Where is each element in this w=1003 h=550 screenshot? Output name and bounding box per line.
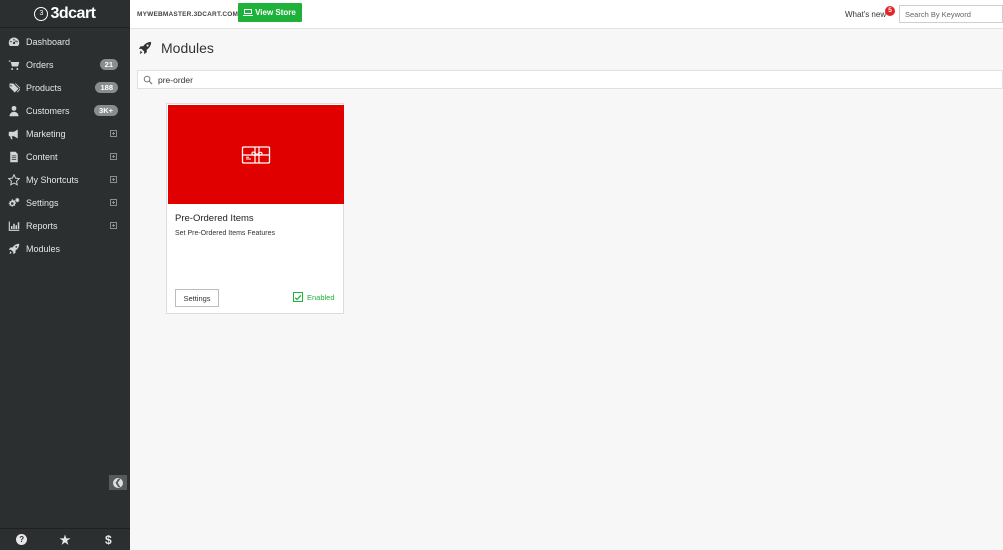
module-title: Pre-Ordered Items (175, 213, 254, 224)
sidebar-item-products[interactable]: Products 188 (0, 76, 130, 99)
arrow-left-icon: ❮ (113, 477, 123, 488)
help-icon: ? (16, 534, 28, 545)
sidebar-item-customers[interactable]: Customers 3K+ (0, 99, 130, 122)
collapse-sidebar-button[interactable]: ❮ (109, 475, 127, 490)
module-settings-button[interactable]: Settings (175, 289, 219, 307)
sidebar-item-label: Reports (26, 220, 58, 231)
expand-icon[interactable] (110, 176, 117, 183)
customers-count-badge: 3K+ (94, 105, 118, 116)
sidebar: 3 3dcart Dashboard Orders 21 Products 18… (0, 0, 130, 550)
sidebar-item-label: Content (26, 151, 58, 162)
logo[interactable]: 3 3dcart (34, 4, 96, 23)
document-icon (7, 150, 20, 163)
favorites-button[interactable]: ★ (55, 530, 75, 550)
sidebar-item-orders[interactable]: Orders 21 (0, 53, 130, 76)
module-description: Set Pre-Ordered Items Features (175, 230, 275, 237)
gift-card-icon (241, 145, 271, 164)
search-icon (143, 75, 153, 85)
sidebar-item-my-shortcuts[interactable]: My Shortcuts (0, 168, 130, 191)
module-enabled-toggle[interactable]: Enabled (293, 292, 335, 302)
expand-icon[interactable] (110, 199, 117, 206)
sidebar-item-label: Customers (26, 105, 70, 116)
store-url: MYWEBMASTER.3DCART.COM (137, 11, 239, 18)
sidebar-item-label: Products (26, 82, 62, 93)
logo-cart-icon: 3 (34, 6, 49, 21)
sidebar-item-settings[interactable]: Settings (0, 191, 130, 214)
page-title: Modules (161, 40, 214, 56)
sidebar-footer: ? ★ $ (0, 528, 130, 550)
sidebar-item-dashboard[interactable]: Dashboard (0, 30, 130, 53)
top-bar: MYWEBMASTER.3DCART.COM View Store What's… (130, 0, 1003, 29)
sidebar-item-reports[interactable]: Reports (0, 214, 130, 237)
brand-bar: 3 3dcart (0, 0, 130, 28)
sidebar-item-label: Settings (26, 197, 59, 208)
sidebar-nav: Dashboard Orders 21 Products 188 Custome… (0, 28, 130, 260)
billing-button[interactable]: $ (98, 530, 118, 550)
tags-icon (7, 81, 20, 94)
keyword-search-input[interactable] (899, 5, 1003, 23)
bullhorn-icon (7, 127, 20, 140)
orders-count-badge: 21 (99, 59, 118, 70)
rocket-icon (138, 41, 152, 55)
sidebar-item-marketing[interactable]: Marketing (0, 122, 130, 145)
sidebar-item-label: Marketing (26, 128, 66, 139)
module-search-input[interactable] (158, 72, 558, 87)
sidebar-item-modules[interactable]: Modules (0, 237, 130, 260)
checkbox-checked-icon (293, 292, 303, 302)
expand-icon[interactable] (110, 222, 117, 229)
view-store-button[interactable]: View Store (238, 3, 302, 22)
bar-chart-icon (7, 219, 20, 232)
module-search-bar (137, 70, 1003, 89)
module-enabled-label: Enabled (307, 292, 335, 302)
rocket-icon (7, 242, 20, 255)
cart-icon (7, 58, 20, 71)
page-header: Modules (138, 40, 214, 56)
sidebar-item-label: My Shortcuts (26, 174, 79, 185)
sidebar-item-label: Orders (26, 59, 54, 70)
expand-icon[interactable] (110, 130, 117, 137)
dashboard-icon (7, 35, 20, 48)
star-icon (7, 173, 20, 186)
module-card: Pre-Ordered Items Set Pre-Ordered Items … (166, 103, 344, 314)
notification-badge[interactable]: 5 (885, 6, 895, 16)
expand-icon[interactable] (110, 153, 117, 160)
view-store-label: View Store (255, 8, 296, 17)
logo-text: 3dcart (50, 4, 96, 22)
star-icon: ★ (59, 532, 71, 547)
user-icon (7, 104, 20, 117)
whats-new-link[interactable]: What's new (845, 10, 886, 19)
laptop-icon (243, 9, 254, 16)
sidebar-item-content[interactable]: Content (0, 145, 130, 168)
help-button[interactable]: ? (12, 530, 32, 550)
dollar-icon: $ (104, 532, 112, 547)
products-count-badge: 188 (95, 82, 118, 93)
sidebar-item-label: Dashboard (26, 36, 71, 47)
module-card-banner (168, 105, 344, 204)
gears-icon (7, 196, 20, 209)
sidebar-item-label: Modules (26, 243, 61, 254)
